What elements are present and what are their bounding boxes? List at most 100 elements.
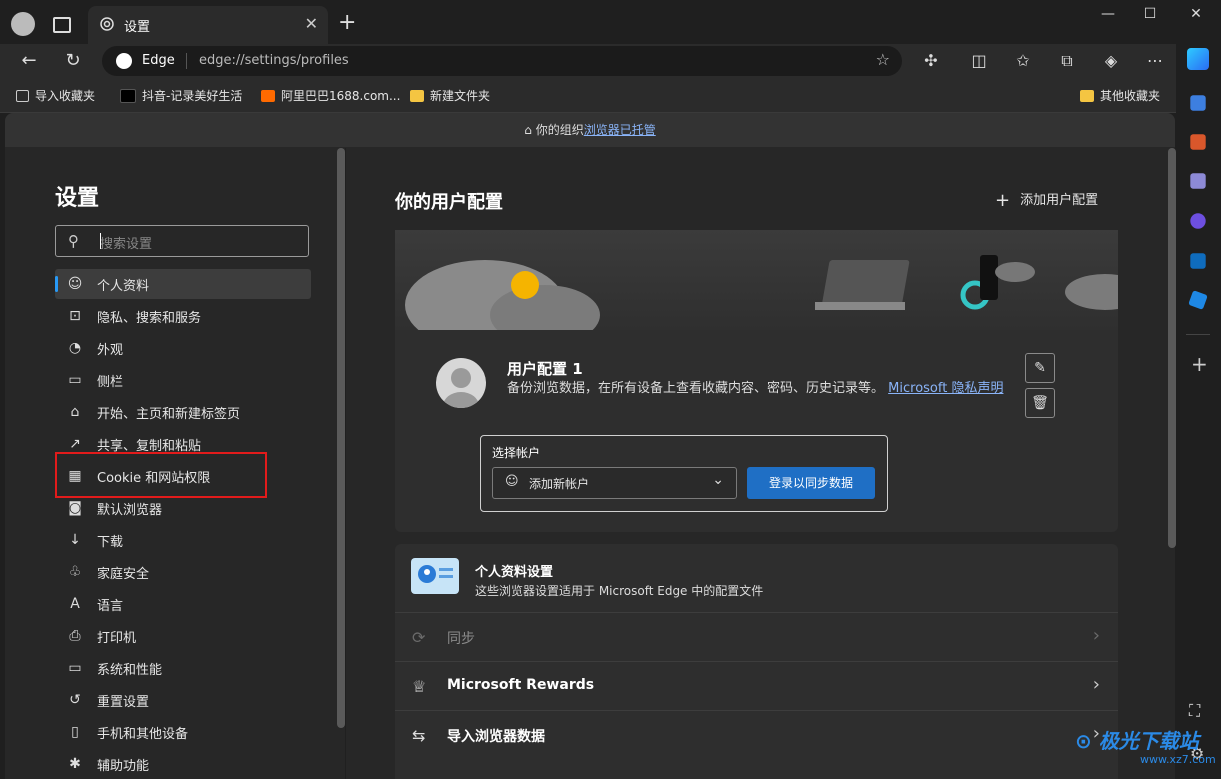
alibaba-icon: [261, 89, 275, 102]
profile-settings-title: 个人资料设置: [475, 565, 554, 580]
sign-in-button[interactable]: 登录以同步数据: [747, 467, 875, 499]
main-scrollbar[interactable]: [1168, 148, 1176, 548]
split-screen-icon[interactable]: ◫: [964, 47, 994, 75]
sidebar-item[interactable]: ✱ 辅助功能: [55, 749, 311, 779]
sidebar-item[interactable]: A 语言: [55, 589, 311, 619]
add-profile-button[interactable]: + 添加用户配置: [995, 189, 1098, 211]
bookmark-label: 阿里巴巴1688.com...: [281, 89, 401, 103]
bookmark-label: 导入收藏夹: [35, 89, 96, 103]
back-icon[interactable]: ←: [14, 47, 44, 75]
share-icon: ↗: [69, 436, 81, 452]
close-window-button[interactable]: ✕: [1176, 6, 1216, 28]
sidebar-item[interactable]: ♧ 家庭安全: [55, 557, 311, 587]
sidebar-item[interactable]: ⊡ 隐私、搜索和服务: [55, 301, 311, 331]
sidebar-item[interactable]: ▭ 侧栏: [55, 365, 311, 395]
add-sidebar-app-icon[interactable]: +: [1191, 352, 1208, 376]
close-tab-icon[interactable]: ✕: [305, 14, 318, 33]
extensions-icon[interactable]: ✣: [916, 47, 946, 75]
lock-icon: ⊡: [69, 308, 81, 324]
search-input[interactable]: ⚲ 搜索设置: [55, 225, 309, 257]
tab-settings[interactable]: 设置 ✕: [88, 6, 328, 44]
address-url[interactable]: edge://settings/profiles: [199, 53, 349, 68]
toolbox-icon[interactable]: [1190, 134, 1206, 150]
games-icon[interactable]: [1190, 173, 1206, 189]
more-menu-icon[interactable]: ⋯: [1140, 47, 1170, 75]
bookmark-label: 新建文件夹: [430, 89, 491, 103]
bookmark-label: 抖音-记录美好生活: [142, 89, 243, 103]
browser-essentials-icon[interactable]: ◈: [1096, 47, 1126, 75]
favorites-icon[interactable]: ✩: [1008, 47, 1038, 75]
copilot-icon[interactable]: [1187, 48, 1209, 70]
sidebar-divider: [1186, 334, 1210, 335]
address-brand: Edge: [142, 53, 175, 68]
favorite-star-icon[interactable]: ☆: [876, 50, 890, 69]
bookmark-alibaba[interactable]: 阿里巴巴1688.com...: [261, 87, 400, 104]
printer-icon: ⎙: [69, 628, 81, 644]
managed-banner: ⌂ 你的组织浏览器已托管: [5, 113, 1175, 147]
bookmark-folder[interactable]: 新建文件夹: [410, 87, 490, 104]
sidebar-item[interactable]: ▯ 手机和其他设备: [55, 717, 311, 747]
refresh-icon[interactable]: ↻: [58, 47, 88, 75]
phone-icon: ▯: [71, 724, 79, 740]
briefcase-icon: ⌂: [524, 123, 532, 137]
trophy-icon: ♕: [412, 677, 427, 696]
sidebar-item-label: 系统和性能: [97, 662, 163, 678]
sidebar-item[interactable]: ☺ 个人资料: [55, 269, 311, 299]
sidebar-item[interactable]: ↓ 下载: [55, 525, 311, 555]
profile-description: 备份浏览数据，在所有设备上查看收藏内容、密码、历史记录等。 Microsoft …: [507, 379, 1007, 398]
sidebar-item-label: 重置设置: [97, 694, 150, 710]
navigation-bar: ← ↻ Edge edge://settings/profiles ☆ ✣ ◫ …: [0, 44, 1221, 78]
settings-row-label: 同步: [447, 631, 475, 647]
address-bar[interactable]: Edge edge://settings/profiles ☆: [102, 46, 902, 76]
account-select[interactable]: ☺ 添加新帐户 ⌄: [492, 467, 737, 499]
managed-link[interactable]: 浏览器已托管: [584, 123, 656, 137]
sidebar-item[interactable]: ⌂ 开始、主页和新建标签页: [55, 397, 311, 427]
bookmark-import[interactable]: 导入收藏夹: [16, 87, 95, 104]
collections-icon[interactable]: ⧉: [1052, 47, 1082, 75]
highlight-box: [55, 452, 267, 498]
tag-icon[interactable]: [1190, 95, 1206, 111]
palette-icon: ◔: [68, 340, 82, 356]
add-profile-label: 添加用户配置: [1020, 193, 1099, 208]
settings-row-label: 导入浏览器数据: [447, 729, 545, 745]
tab-actions-icon[interactable]: [53, 17, 71, 33]
sidebar-item[interactable]: ↺ 重置设置: [55, 685, 311, 715]
settings-title: 设置: [55, 186, 100, 211]
sidebar-item[interactable]: ◔ 外观: [55, 333, 311, 363]
edit-profile-icon[interactable]: ✎: [1025, 353, 1055, 383]
maximize-button[interactable]: ☐: [1130, 6, 1170, 28]
chevron-down-icon: ⌄: [712, 472, 724, 488]
user-avatar-icon[interactable]: [11, 12, 35, 36]
sidebar-item-label: 侧栏: [97, 374, 124, 390]
profile-banner: [395, 230, 1145, 350]
laptop-icon: ▭: [68, 660, 82, 676]
avatar: [436, 358, 486, 408]
sidebar-item-label: 下载: [97, 534, 124, 550]
screenshot-icon[interactable]: ⛶: [1189, 701, 1200, 721]
sidebar-item-label: 个人资料: [97, 278, 150, 294]
copilot-app-icon[interactable]: [1190, 213, 1206, 229]
sidebar-item[interactable]: ▭ 系统和性能: [55, 653, 311, 683]
bookmark-douyin[interactable]: 抖音-记录美好生活: [120, 87, 242, 104]
reset-icon: ↺: [69, 692, 81, 708]
bookmark-other-favorites[interactable]: 其他收藏夹: [1080, 87, 1160, 104]
delete-profile-icon[interactable]: 🗑: [1025, 388, 1055, 418]
privacy-link[interactable]: Microsoft 隐私声明: [888, 381, 1003, 396]
settings-row-label: Microsoft Rewards: [447, 677, 595, 693]
sidebar-item-label: 开始、主页和新建标签页: [97, 406, 241, 422]
sidebar-item[interactable]: ⎙ 打印机: [55, 621, 311, 651]
profile-desc-text: 备份浏览数据，在所有设备上查看收藏内容、密码、历史记录等。: [507, 381, 885, 396]
sync-icon: ⟳: [412, 628, 426, 647]
sidebar-icon: ▭: [68, 372, 82, 388]
outlook-icon[interactable]: [1190, 253, 1206, 269]
account-title: 选择帐户: [492, 446, 541, 460]
sidebar-item-label: 手机和其他设备: [97, 726, 189, 742]
left-scrollbar[interactable]: [337, 148, 345, 728]
settings-row[interactable]: ♕ Microsoft Rewards ›: [395, 661, 1118, 711]
settings-row[interactable]: ⇆ 导入浏览器数据 ›: [395, 710, 1118, 760]
home-icon: ⌂: [70, 404, 80, 420]
settings-row[interactable]: ⟳ 同步 ›: [395, 612, 1118, 662]
minimize-button[interactable]: —: [1088, 6, 1128, 28]
chevron-right-icon: ›: [1092, 625, 1100, 646]
new-tab-button[interactable]: +: [338, 10, 356, 35]
